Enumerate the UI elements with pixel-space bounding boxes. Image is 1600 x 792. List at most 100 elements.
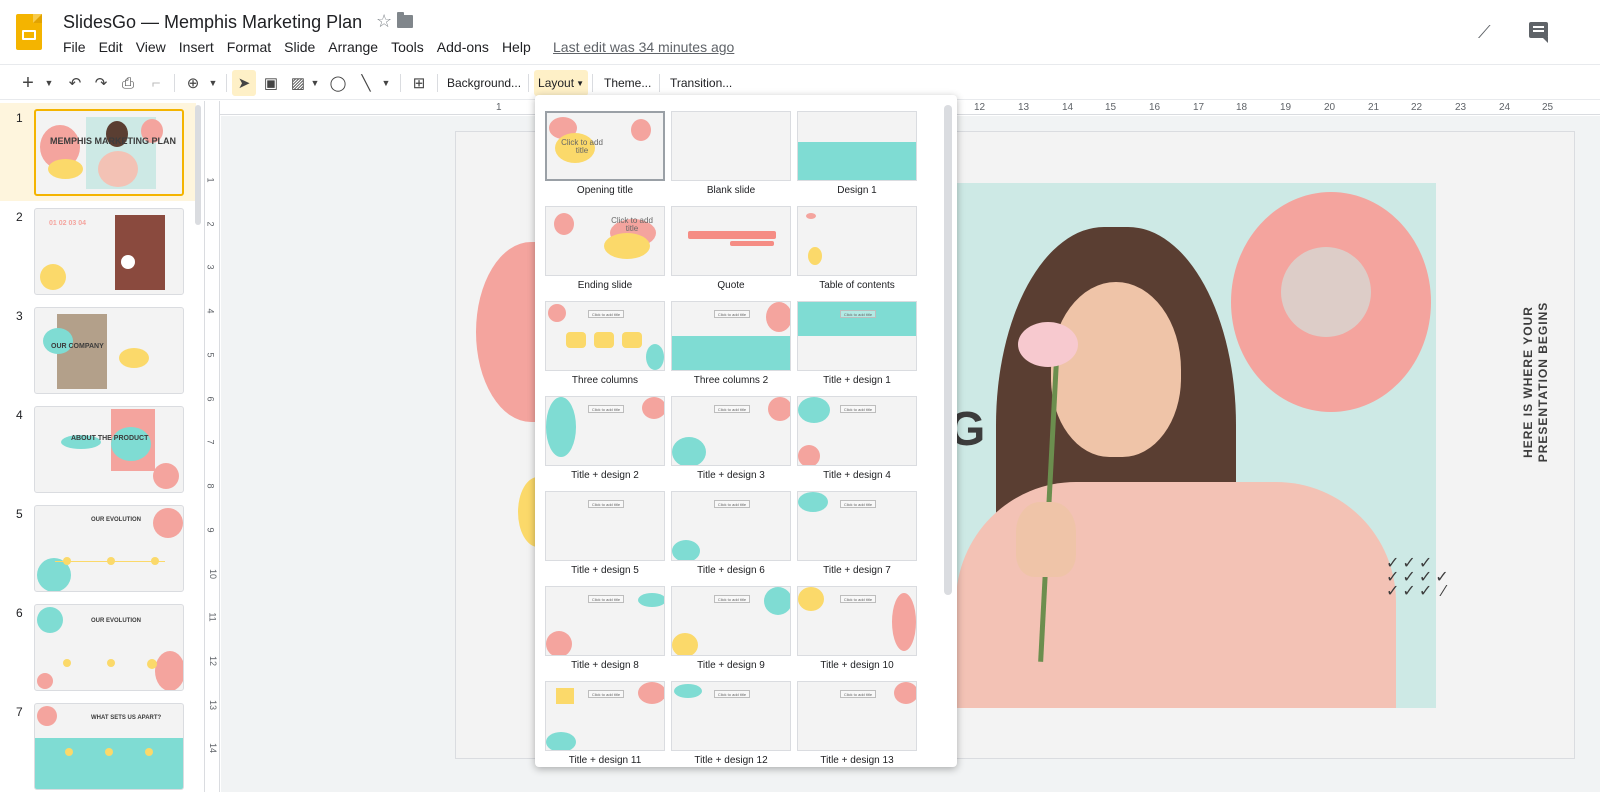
line-dropdown-icon[interactable]: ▼ xyxy=(379,70,393,96)
slide-thumbnail-5[interactable]: 5 OUR EVOLUTION xyxy=(0,499,196,597)
layout-thumbnail: Click to add title xyxy=(797,681,917,751)
paint-format-icon[interactable]: ⌐ xyxy=(145,70,167,96)
layout-label: Title + design 10 xyxy=(820,660,894,671)
layout-option[interactable]: Click to add title Title + design 4 xyxy=(797,396,917,491)
layout-option[interactable]: Click to add title Title + design 9 xyxy=(671,586,791,681)
layout-label: Title + design 11 xyxy=(568,755,642,766)
last-edit-link[interactable]: Last edit was 34 minutes ago xyxy=(553,39,734,55)
text-box-icon[interactable]: ▣ xyxy=(260,70,282,96)
layout-thumbnail xyxy=(671,206,791,276)
image-dropdown-icon[interactable]: ▼ xyxy=(309,70,321,96)
document-title[interactable]: SlidesGo — Memphis Marketing Plan xyxy=(63,12,362,33)
filmstrip-scrollbar[interactable] xyxy=(195,105,201,225)
menu-slide[interactable]: Slide xyxy=(284,39,315,55)
layout-option[interactable]: Quote xyxy=(671,206,791,301)
layout-label: Title + design 6 xyxy=(697,565,765,576)
layout-option[interactable]: Click to add title Title + design 7 xyxy=(797,491,917,586)
layout-label: Three columns 2 xyxy=(693,375,769,386)
theme-button[interactable]: Theme... xyxy=(598,70,657,96)
layout-option[interactable]: Click to add title Title + design 11 xyxy=(545,681,665,767)
layout-option[interactable]: Click to add title Title + design 12 xyxy=(671,681,791,767)
layout-option[interactable]: Click to add title Three columns 2 xyxy=(671,301,791,396)
menu-addons[interactable]: Add-ons xyxy=(437,39,489,55)
slide-number: 1 xyxy=(16,111,23,125)
star-icon[interactable]: ☆ xyxy=(376,11,392,32)
folder-icon[interactable] xyxy=(397,12,413,28)
layout-thumbnail: Click to add title xyxy=(545,301,665,371)
layout-option[interactable]: Click to add title Title + design 3 xyxy=(671,396,791,491)
layout-thumbnail: Click to add title xyxy=(797,301,917,371)
slide-preview: OUR EVOLUTION xyxy=(34,505,184,592)
menu-help[interactable]: Help xyxy=(502,39,531,55)
layout-thumbnail: Click to add title xyxy=(545,681,665,751)
menu-edit[interactable]: Edit xyxy=(99,39,123,55)
print-icon[interactable]: ⎙ xyxy=(117,70,139,96)
menu-format[interactable]: Format xyxy=(227,39,271,55)
layout-menu: Click to add title Opening title Blank sli… xyxy=(535,95,957,767)
slide-number: 6 xyxy=(16,606,23,620)
layout-thumbnail xyxy=(797,111,917,181)
zoom-icon[interactable]: ⊕ xyxy=(182,70,204,96)
slide-thumbnail-6[interactable]: 6 OUR EVOLUTION xyxy=(0,598,196,696)
layout-option[interactable]: Click to add title Title + design 1 xyxy=(797,301,917,396)
slide-thumbnail-7[interactable]: 7 WHAT SETS US APART? xyxy=(0,697,196,792)
select-cursor-icon[interactable]: ➤ xyxy=(232,70,256,96)
layout-thumbnail: Click to add title xyxy=(671,396,791,466)
layout-menu-scrollbar[interactable] xyxy=(944,105,952,595)
layout-button[interactable]: Layout ▼ xyxy=(534,70,588,96)
shape-icon[interactable]: ◯ xyxy=(327,70,349,96)
slides-logo-icon[interactable] xyxy=(16,14,42,50)
layout-option[interactable]: Click to add title Title + design 6 xyxy=(671,491,791,586)
zoom-dropdown-icon[interactable]: ▼ xyxy=(206,70,220,96)
background-button[interactable]: Background... xyxy=(441,70,527,96)
new-slide-dropdown-icon[interactable]: ▼ xyxy=(42,70,56,96)
title-placeholder: Click to add title xyxy=(840,500,876,508)
title-placeholder: Click to add title xyxy=(611,216,653,233)
slide-thumbnail-2[interactable]: 2 01 02 03 04 xyxy=(0,202,196,300)
menu-file[interactable]: File xyxy=(63,39,86,55)
undo-icon[interactable]: ↶ xyxy=(64,70,86,96)
slide-thumbnail-4[interactable]: 4 ABOUT THE PRODUCT xyxy=(0,400,196,498)
redo-icon[interactable]: ↷ xyxy=(90,70,112,96)
layout-option[interactable]: Click to add title Opening title xyxy=(545,111,665,206)
vertical-ruler: 1 2 3 4 5 6 7 8 9 10 11 12 13 14 xyxy=(206,101,220,792)
title-placeholder: Click to add title xyxy=(588,310,624,318)
layout-thumbnail: Click to add title xyxy=(671,681,791,751)
birds-decoration: ✓✓✓ ✓✓✓✓ ✓✓✓ ⁄ xyxy=(1386,555,1452,600)
add-comment-icon[interactable]: ⊞ xyxy=(408,70,430,96)
layout-label: Table of contents xyxy=(819,280,895,291)
slide-number: 7 xyxy=(16,705,23,719)
slide-thumbnail-3[interactable]: 3 OUR COMPANY xyxy=(0,301,196,399)
layout-option[interactable]: Click to add title Three columns xyxy=(545,301,665,396)
new-slide-icon[interactable]: + xyxy=(16,70,40,96)
layout-label: Title + design 4 xyxy=(823,470,891,481)
slide-preview: OUR COMPANY xyxy=(34,307,184,394)
image-icon[interactable]: ▨ xyxy=(287,70,309,96)
layout-option[interactable]: Click to add title Title + design 13 xyxy=(797,681,917,767)
title-placeholder: Click to add title xyxy=(714,595,750,603)
menu-arrange[interactable]: Arrange xyxy=(328,39,378,55)
layout-option[interactable]: Blank slide xyxy=(671,111,791,206)
slide-preview: MEMPHIS MARKETING PLAN xyxy=(34,109,184,196)
layout-option[interactable]: Click to add title Title + design 8 xyxy=(545,586,665,681)
comment-icon[interactable] xyxy=(1529,22,1548,43)
layout-option[interactable]: Click to add title Title + design 2 xyxy=(545,396,665,491)
menu-insert[interactable]: Insert xyxy=(179,39,214,55)
activity-trend-icon[interactable]: ⟋ xyxy=(1478,22,1491,43)
layout-option[interactable]: Design 1 xyxy=(797,111,917,206)
title-placeholder: Click to add title xyxy=(714,405,750,413)
layout-option[interactable]: Click to add title Ending slide xyxy=(545,206,665,301)
layout-option[interactable]: Click to add title Title + design 5 xyxy=(545,491,665,586)
transition-button[interactable]: Transition... xyxy=(664,70,738,96)
slide-thumbnail-1[interactable]: 1 MEMPHIS MARKETING PLAN xyxy=(0,103,196,201)
line-icon[interactable]: ╲ xyxy=(355,70,377,96)
title-placeholder: Click to add title xyxy=(840,405,876,413)
menu-tools[interactable]: Tools xyxy=(391,39,424,55)
menu-view[interactable]: View xyxy=(136,39,166,55)
title-placeholder: Click to add title xyxy=(561,138,603,155)
title-placeholder: Click to add title xyxy=(840,310,876,318)
layout-option[interactable]: Click to add title Title + design 10 xyxy=(797,586,917,681)
slide-vertical-text[interactable]: HERE IS WHERE YOUR PRESENTATION BEGINS xyxy=(1521,282,1551,482)
layout-option[interactable]: Table of contents xyxy=(797,206,917,301)
layout-button-label: Layout xyxy=(538,76,575,90)
